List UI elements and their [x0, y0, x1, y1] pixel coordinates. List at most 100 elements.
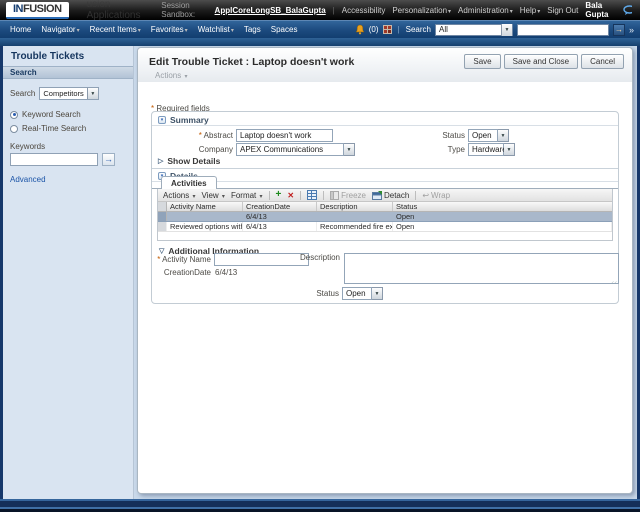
ticket-form-container: ▾ Summary * Abstract Status Open ▼	[151, 111, 619, 304]
session-sandbox-link[interactable]: ApplCoreLongSB_BalaGupta	[215, 6, 326, 15]
status-select[interactable]: Open	[468, 129, 498, 142]
realtime-search-label: Real-Time Search	[22, 124, 87, 133]
additional-status-label: Status	[316, 289, 339, 298]
saved-search-select[interactable]: Competitors ▼	[39, 87, 99, 100]
help-menu[interactable]: Help▾	[520, 6, 540, 15]
nav-item-home[interactable]: Home	[10, 25, 31, 34]
save-button[interactable]: Save	[464, 54, 501, 69]
table-actions-menu[interactable]: Actions ▾	[163, 191, 195, 200]
column-header-status[interactable]: Status	[393, 202, 612, 211]
table-toolbar: Actions ▾ View ▾ Format ▾ + ✕ Freeze Det…	[158, 189, 612, 202]
wrap-icon: ↩	[422, 190, 430, 200]
column-header-creation-date[interactable]: CreationDate	[243, 202, 317, 211]
nav-item-navigator[interactable]: Navigator▾	[41, 25, 79, 34]
activities-table-group: Actions ▾ View ▾ Format ▾ + ✕ Freeze Det…	[157, 189, 613, 241]
column-header-description[interactable]: Description	[317, 202, 393, 211]
chat-bubble-icon[interactable]	[622, 5, 632, 15]
table-header-row: Activity Name CreationDate Description S…	[158, 202, 612, 212]
resize-grip-icon[interactable]: ⸝⸝	[611, 277, 617, 285]
trouble-tickets-sidebar: Trouble Tickets Search Search Competitor…	[3, 46, 134, 499]
nav-item-recent-items[interactable]: Recent Items▾	[90, 25, 141, 34]
infusion-logo: INFUSION	[6, 1, 69, 19]
page-actions-menu[interactable]: Actions ▾	[155, 71, 187, 80]
export-spreadsheet-icon[interactable]	[307, 190, 318, 200]
main-content-area: Edit Trouble Ticket : Laptop doesn't wor…	[134, 46, 637, 499]
realtime-search-radio[interactable]	[10, 124, 18, 133]
sidebar-title: Trouble Tickets	[11, 51, 85, 62]
description-textarea[interactable]	[344, 253, 619, 284]
row-selector-cell[interactable]	[158, 212, 167, 221]
cell-description[interactable]: Recommended fire extinguisher	[317, 222, 393, 231]
watchlist-grid-icon[interactable]	[382, 25, 392, 34]
toolbar-divider	[300, 190, 302, 200]
company-select[interactable]: APEX Communications	[236, 143, 344, 156]
details-section-header: ▾ Details	[152, 170, 618, 182]
edit-trouble-ticket-panel: Edit Trouble Ticket : Laptop doesn't wor…	[137, 47, 633, 494]
table-row[interactable]: Reviewed options with customer 6/4/13 Re…	[158, 222, 612, 232]
keyword-search-radio[interactable]	[10, 110, 18, 119]
cell-activity-name[interactable]	[167, 212, 243, 221]
freeze-button: Freeze	[330, 190, 366, 200]
search-go-button[interactable]: →	[612, 23, 625, 36]
chevron-down-icon: ▾	[221, 193, 225, 200]
cell-status[interactable]: Open	[393, 212, 612, 221]
accessibility-link[interactable]: Accessibility	[342, 6, 386, 15]
header-accent-strip	[0, 38, 640, 46]
toolbar-divider	[268, 190, 270, 200]
personalization-menu[interactable]: Personalization▾	[392, 6, 451, 15]
delete-row-icon[interactable]: ✕	[287, 191, 294, 200]
cell-creation-date[interactable]: 6/4/13	[243, 222, 317, 231]
keywords-input[interactable]	[10, 153, 98, 166]
toolbar-divider	[323, 190, 325, 200]
cell-creation-date[interactable]: 6/4/13	[243, 212, 317, 221]
table-view-menu[interactable]: View ▾	[201, 191, 224, 200]
chevron-down-icon[interactable]: ▼	[498, 129, 509, 142]
nav-item-watchlist[interactable]: Watchlist▾	[198, 25, 234, 34]
table-format-menu[interactable]: Format ▾	[231, 191, 263, 200]
cell-status[interactable]: Open	[393, 222, 612, 231]
additional-status-select[interactable]: Open	[342, 287, 372, 300]
add-row-icon[interactable]: +	[276, 190, 282, 200]
cancel-button[interactable]: Cancel	[581, 54, 624, 69]
global-search-input[interactable]	[516, 23, 609, 36]
chevron-down-icon[interactable]: ▼	[504, 143, 515, 156]
chevron-down-icon[interactable]: ▼	[372, 287, 383, 300]
table-row[interactable]: 6/4/13 Open	[158, 212, 612, 222]
abstract-input[interactable]	[236, 129, 333, 142]
abstract-label: * Abstract	[198, 131, 233, 140]
sign-out-link[interactable]: Sign Out	[547, 6, 578, 15]
logo-text-suffix: FUSION	[23, 2, 62, 15]
chevron-down-icon[interactable]: ▼	[86, 88, 98, 99]
page-title: Edit Trouble Ticket : Laptop doesn't wor…	[149, 56, 355, 68]
collapse-section-icon[interactable]: ▾	[158, 115, 166, 124]
detach-button[interactable]: Detach	[371, 190, 409, 200]
chevron-down-icon: ▾	[184, 28, 188, 34]
nav-item-spaces[interactable]: Spaces	[271, 25, 298, 34]
column-header-activity-name[interactable]: Activity Name	[167, 202, 243, 211]
type-select[interactable]: Hardware	[468, 143, 507, 156]
row-selector-cell[interactable]	[158, 222, 167, 231]
nav-item-favorites[interactable]: Favorites▾	[151, 25, 188, 34]
row-selector-header	[158, 202, 167, 211]
keywords-go-button[interactable]: →	[102, 153, 115, 166]
administration-menu[interactable]: Administration▾	[458, 6, 513, 15]
save-and-close-button[interactable]: Save and Close	[503, 54, 579, 69]
global-search-label: Search	[405, 25, 431, 34]
toolbar-divider	[415, 190, 417, 200]
creation-date-value: 6/4/13	[215, 268, 238, 277]
tab-activities[interactable]: Activities	[161, 176, 217, 189]
session-sandbox-label: Session Sandbox:	[161, 1, 196, 19]
notifications-bell-icon[interactable]	[355, 24, 365, 35]
nav-item-tags[interactable]: Tags	[244, 25, 261, 34]
chevron-down-icon: ▾	[259, 193, 263, 200]
advanced-search-link[interactable]: Advanced	[10, 175, 126, 184]
chevron-down-icon[interactable]: ▼	[500, 23, 512, 36]
show-details-toggle[interactable]: ▷ Show Details	[158, 156, 220, 166]
search-scope-select[interactable]: All ▼	[434, 23, 513, 36]
sidebar-search-section-header[interactable]: Search	[3, 66, 133, 79]
cell-activity-name[interactable]: Reviewed options with customer	[167, 222, 243, 231]
cell-description[interactable]	[317, 212, 393, 221]
advanced-search-icon[interactable]: »	[629, 25, 634, 35]
chevron-down-icon: ▾	[230, 28, 234, 34]
chevron-down-icon[interactable]: ▼	[344, 143, 355, 156]
